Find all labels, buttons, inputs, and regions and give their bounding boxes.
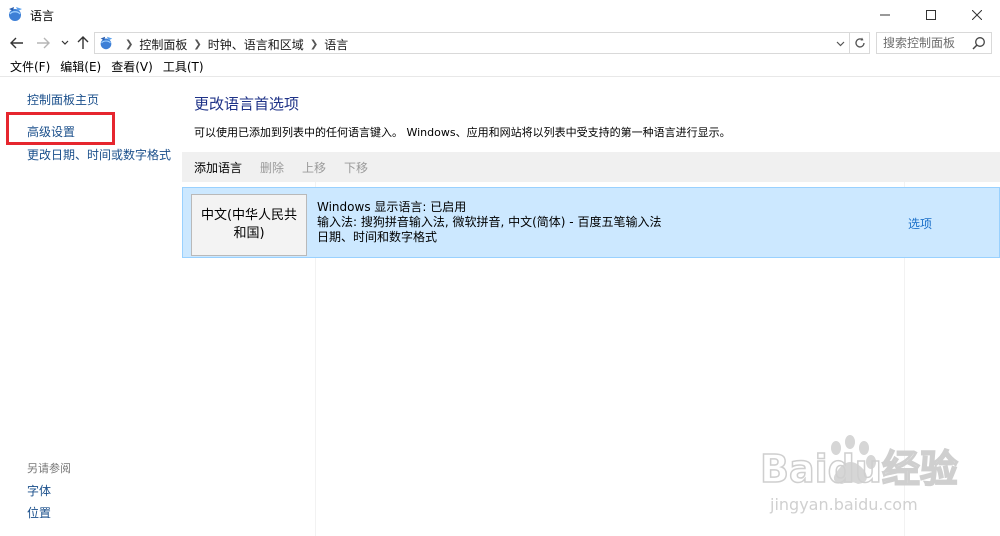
sidebar-link-location[interactable]: 位置 — [27, 504, 51, 521]
up-button[interactable] — [74, 33, 92, 53]
chevron-right-icon: ❯ — [125, 39, 134, 50]
close-button[interactable] — [954, 0, 1000, 30]
breadcrumb: ❯ 控制面板 ❯ 时钟、语言和区域 ❯ 语言 — [119, 36, 348, 53]
menu-edit[interactable]: 编辑(E) — [60, 58, 101, 75]
address-row: ❯ 控制面板 ❯ 时钟、语言和区域 ❯ 语言 — [0, 30, 1000, 56]
menu-file[interactable]: 文件(F) — [10, 58, 50, 75]
sidebar-link-fonts[interactable]: 字体 — [27, 482, 51, 499]
language-date-format: 日期、时间和数字格式 — [317, 230, 438, 244]
language-details: Windows 显示语言: 已启用 输入法: 搜狗拼音输入法, 微软拼音, 中文… — [317, 200, 661, 245]
menu-bar: 文件(F) 编辑(E) 查看(V) 工具(T) — [0, 57, 1000, 77]
page-description: 可以使用已添加到列表中的任何语言键入。 Windows、应用和网站将以列表中受支… — [194, 126, 731, 139]
language-globe-icon — [6, 5, 24, 23]
baidu-watermark: Baidu经验 jingyan.baidu.com — [759, 435, 959, 514]
move-down-button[interactable]: 下移 — [344, 159, 368, 176]
control-panel-icon — [98, 35, 114, 51]
language-tile[interactable]: 中文(中华人民共和国) — [191, 194, 307, 256]
breadcrumb-clock-language-region[interactable]: 时钟、语言和区域 — [208, 36, 304, 53]
search-icon[interactable] — [972, 36, 986, 50]
back-button[interactable] — [8, 33, 26, 53]
page-title: 更改语言首选项 — [194, 95, 300, 113]
menu-tools[interactable]: 工具(T) — [163, 58, 204, 75]
search-input[interactable] — [877, 33, 971, 53]
forward-button[interactable] — [34, 33, 52, 53]
recent-locations-button[interactable] — [56, 33, 74, 53]
address-dropdown-icon[interactable] — [836, 35, 845, 50]
sidebar-link-date-time-format[interactable]: 更改日期、时间或数字格式 — [27, 146, 171, 163]
sidebar-link-control-panel-home[interactable]: 控制面板主页 — [27, 91, 99, 108]
language-input-methods: 输入法: 搜狗拼音输入法, 微软拼音, 中文(简体) - 百度五笔输入法 — [317, 215, 662, 229]
maximize-button[interactable] — [908, 0, 954, 30]
refresh-icon — [854, 37, 865, 48]
breadcrumb-language[interactable]: 语言 — [324, 36, 348, 53]
minimize-button[interactable] — [862, 0, 908, 30]
watermark-url: jingyan.baidu.com — [769, 495, 918, 514]
language-display-status: Windows 显示语言: 已启用 — [317, 200, 467, 214]
chevron-right-icon[interactable]: ❯ — [193, 39, 201, 50]
breadcrumb-control-panel[interactable]: 控制面板 — [139, 36, 187, 53]
remove-language-button[interactable]: 删除 — [260, 159, 284, 176]
move-up-button[interactable]: 上移 — [302, 159, 326, 176]
add-language-button[interactable]: 添加语言 — [194, 159, 242, 176]
language-options-link[interactable]: 选项 — [908, 215, 932, 232]
window-title: 语言 — [30, 9, 55, 23]
refresh-button[interactable] — [850, 32, 870, 54]
title-bar: 语言 — [0, 0, 1000, 30]
sidebar-link-advanced-settings[interactable]: 高级设置 — [27, 123, 75, 140]
language-row[interactable]: 中文(中华人民共和国) Windows 显示语言: 已启用 输入法: 搜狗拼音输… — [182, 187, 1000, 258]
chevron-right-icon[interactable]: ❯ — [310, 39, 318, 50]
menu-view[interactable]: 查看(V) — [111, 58, 153, 75]
watermark-brand: Baidu经验 — [760, 447, 958, 491]
search-box[interactable] — [876, 32, 992, 54]
see-also-heading: 另请参阅 — [27, 462, 71, 475]
language-toolbar: 添加语言 删除 上移 下移 — [182, 152, 1000, 182]
sidebar: 控制面板主页 高级设置 更改日期、时间或数字格式 另请参阅 字体 位置 — [0, 78, 180, 536]
address-bar[interactable]: ❯ 控制面板 ❯ 时钟、语言和区域 ❯ 语言 — [94, 32, 850, 54]
